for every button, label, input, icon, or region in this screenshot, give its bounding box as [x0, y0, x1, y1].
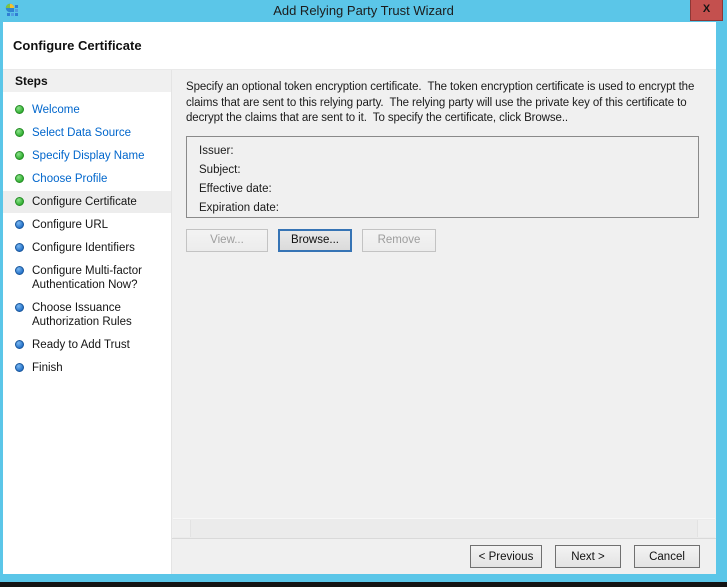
certificate-effective-date-label: Effective date:	[199, 183, 272, 195]
step-label: Select Data Source	[32, 127, 132, 139]
step-configure-identifiers: Configure Identifiers	[3, 237, 171, 259]
previous-button[interactable]: < Previous	[470, 545, 542, 568]
wizard-window: Add Relying Party Trust Wizard X Configu…	[0, 0, 727, 582]
step-upcoming-dot-icon	[15, 363, 24, 372]
next-button[interactable]: Next >	[555, 545, 621, 568]
step-completed-dot-icon	[15, 128, 24, 137]
step-configure-url: Configure URL	[3, 214, 171, 236]
step-select-data-source[interactable]: Select Data Source	[3, 122, 171, 144]
window-body: Configure Certificate Steps Welcome Sele…	[3, 22, 716, 574]
certificate-issuer-label: Issuer:	[199, 145, 234, 157]
step-label: Configure URL	[32, 219, 109, 231]
page-title: Configure Certificate	[3, 22, 716, 70]
page-description: Specify an optional token encryption cer…	[186, 81, 698, 124]
wizard-footer: < Previous Next > Cancel	[172, 538, 716, 574]
certificate-expiration-date-label: Expiration date:	[199, 202, 279, 214]
step-upcoming-dot-icon	[15, 303, 24, 312]
step-finish: Finish	[3, 357, 171, 379]
step-label: Configure Certificate	[32, 196, 137, 208]
certificate-button-row: View... Browse... Remove	[186, 228, 704, 252]
step-completed-dot-icon	[15, 105, 24, 114]
step-label: Specify Display Name	[32, 150, 145, 162]
steps-list: Welcome Select Data Source Specify Displ…	[3, 92, 171, 379]
step-completed-dot-icon	[15, 174, 24, 183]
step-completed-dot-icon	[15, 151, 24, 160]
main-row: Steps Welcome Select Data Source Specify…	[3, 70, 716, 574]
titlebar: Add Relying Party Trust Wizard X	[0, 0, 727, 22]
step-ready-to-add-trust: Ready to Add Trust	[3, 334, 171, 356]
step-completed-dot-icon	[15, 197, 24, 206]
step-upcoming-dot-icon	[15, 220, 24, 229]
view-button[interactable]: View...	[186, 228, 268, 252]
step-label: Ready to Add Trust	[32, 339, 130, 351]
steps-heading: Steps	[3, 70, 171, 92]
step-label: Welcome	[32, 104, 80, 116]
step-configure-certificate-current: Configure Certificate	[3, 191, 171, 213]
steps-sidebar: Steps Welcome Select Data Source Specify…	[3, 70, 172, 574]
content-pane: Specify an optional token encryption cer…	[172, 70, 716, 538]
cancel-button[interactable]: Cancel	[634, 545, 700, 568]
step-upcoming-dot-icon	[15, 340, 24, 349]
step-label: Configure Multi-factor Authentication No…	[32, 265, 142, 291]
step-choose-issuance-rules: Choose Issuance Authorization Rules	[3, 297, 171, 333]
window-title: Add Relying Party Trust Wizard	[273, 3, 454, 18]
step-label: Choose Profile	[32, 173, 108, 185]
step-configure-mfa: Configure Multi-factor Authentication No…	[3, 260, 171, 296]
step-label: Choose Issuance Authorization Rules	[32, 302, 132, 328]
step-welcome[interactable]: Welcome	[3, 99, 171, 121]
step-upcoming-dot-icon	[15, 266, 24, 275]
certificate-info-box: Issuer: Subject: Effective date: Expirat…	[186, 135, 699, 218]
close-button[interactable]: X	[690, 0, 723, 21]
screenshot-root: Add Relying Party Trust Wizard X Configu…	[0, 0, 727, 587]
remove-button[interactable]: Remove	[362, 228, 436, 252]
step-choose-profile[interactable]: Choose Profile	[3, 168, 171, 190]
step-specify-display-name[interactable]: Specify Display Name	[3, 145, 171, 167]
browse-button[interactable]: Browse...	[278, 228, 352, 252]
right-column: Specify an optional token encryption cer…	[172, 70, 716, 574]
horizontal-scrollbar	[173, 518, 715, 538]
step-label: Configure Identifiers	[32, 242, 135, 254]
certificate-subject-label: Subject:	[199, 164, 241, 176]
step-upcoming-dot-icon	[15, 243, 24, 252]
step-label: Finish	[32, 362, 63, 374]
